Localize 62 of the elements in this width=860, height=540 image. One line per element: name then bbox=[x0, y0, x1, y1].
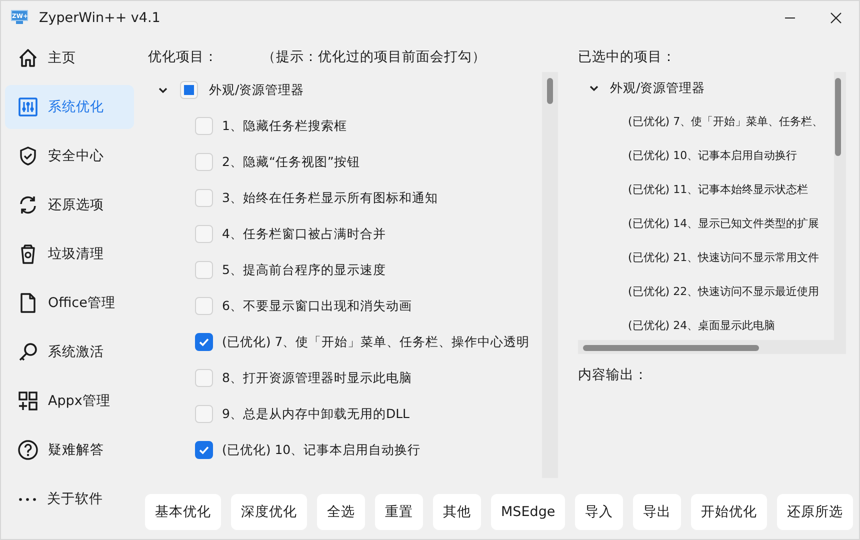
window-title: ZyperWin++ v4.1 bbox=[39, 10, 160, 26]
action-button[interactable]: 全选 bbox=[317, 494, 365, 530]
option-label[interactable]: (已优化) 7、使「开始」菜单、任务栏、操作中心透明 bbox=[222, 334, 530, 350]
tree-item-label[interactable]: 外观/资源管理器 bbox=[610, 80, 706, 96]
more-icon bbox=[19, 498, 36, 500]
sidebar-item[interactable]: 关于软件 bbox=[5, 477, 134, 521]
action-button[interactable]: 基本优化 bbox=[145, 494, 221, 530]
tree-item-label[interactable]: (已优化) 24、桌面显示此电脑 bbox=[628, 318, 776, 332]
action-button[interactable]: 导出 bbox=[633, 494, 682, 530]
sidebar-item[interactable]: Appx管理 bbox=[5, 379, 134, 423]
sliders-icon bbox=[17, 96, 39, 118]
option-label[interactable]: (已优化) 10、记事本启用自动换行 bbox=[222, 442, 421, 458]
action-button[interactable]: MSEdge bbox=[491, 494, 566, 530]
checkbox[interactable] bbox=[195, 441, 213, 459]
action-button[interactable]: 深度优化 bbox=[231, 494, 307, 530]
option-label[interactable]: 9、总是从内存中卸载无用的DLL bbox=[222, 406, 410, 422]
checkmark-icon bbox=[198, 336, 210, 348]
tree-item-label[interactable]: (已优化) 10、记事本启用自动换行 bbox=[628, 148, 798, 162]
sidebar-item[interactable]: 垃圾清理 bbox=[5, 232, 134, 276]
sidebar-item[interactable]: 主页 bbox=[5, 36, 134, 80]
refresh-icon bbox=[17, 194, 39, 216]
checkmark-icon bbox=[198, 444, 210, 456]
help-icon bbox=[17, 439, 39, 461]
option-label[interactable]: 6、不要显示窗口出现和消失动画 bbox=[222, 298, 412, 314]
sidebar-item[interactable]: 安全中心 bbox=[5, 134, 134, 178]
chevron-down-icon bbox=[158, 85, 168, 95]
tree-item-label[interactable]: (已优化) 11、记事本始终显示状态栏 bbox=[628, 182, 808, 196]
apps-icon bbox=[17, 390, 39, 412]
sidebar-item[interactable]: Office管理 bbox=[5, 281, 134, 325]
sidebar-item[interactable]: 系统激活 bbox=[5, 330, 134, 374]
action-button[interactable]: 重置 bbox=[375, 494, 423, 530]
close-icon bbox=[830, 12, 842, 24]
option-label[interactable]: 8、打开资源管理器时显示此电脑 bbox=[222, 370, 412, 386]
tree-item-label[interactable]: (已优化) 21、快速访问不显示常用文件 bbox=[628, 250, 820, 264]
hint-text: （提示：优化过的项目前面会打勾） bbox=[262, 48, 486, 66]
tree-item-label[interactable]: (已优化) 22、快速访问不显示最近使用 bbox=[628, 284, 820, 298]
checkbox[interactable] bbox=[195, 333, 213, 351]
option-label[interactable]: 2、隐藏“任务视图”按钮 bbox=[222, 154, 360, 170]
option-label[interactable]: 4、任务栏窗口被占满时合并 bbox=[222, 226, 386, 242]
tree-item-label[interactable]: (已优化) 7、使「开始」菜单、任务栏、 bbox=[628, 114, 824, 128]
option-label[interactable]: 5、提高前台程序的显示速度 bbox=[222, 262, 386, 278]
horizontal-scrollbar[interactable] bbox=[578, 340, 846, 354]
action-button[interactable]: 还原所选 bbox=[777, 494, 854, 530]
key-icon bbox=[17, 341, 39, 363]
shield-icon bbox=[17, 145, 39, 167]
sidebar-item[interactable]: 系统优化 bbox=[5, 85, 134, 129]
scrollbar[interactable] bbox=[542, 72, 558, 478]
action-button[interactable]: 开始优化 bbox=[691, 494, 768, 530]
tree-item-label[interactable]: 外观/资源管理器 bbox=[209, 82, 304, 98]
sidebar-item[interactable]: 疑难解答 bbox=[5, 428, 134, 472]
option-label[interactable]: 1、隐藏任务栏搜索框 bbox=[222, 118, 347, 134]
action-button[interactable]: 导入 bbox=[575, 494, 624, 530]
chevron-down-icon bbox=[589, 83, 599, 93]
section-title: 已选中的项目： bbox=[578, 48, 676, 66]
scrollbar[interactable] bbox=[834, 72, 846, 340]
section-title: 内容输出： bbox=[578, 366, 649, 384]
section-title: 优化项目： bbox=[148, 48, 218, 66]
tree-item-label[interactable]: (已优化) 14、显示已知文件类型的扩展 bbox=[628, 216, 820, 230]
sidebar-item[interactable]: 还原选项 bbox=[5, 183, 134, 227]
action-button[interactable]: 其他 bbox=[433, 494, 481, 530]
option-label[interactable]: 3、始终在任务栏显示所有图标和通知 bbox=[222, 190, 438, 206]
home-icon bbox=[17, 47, 39, 69]
